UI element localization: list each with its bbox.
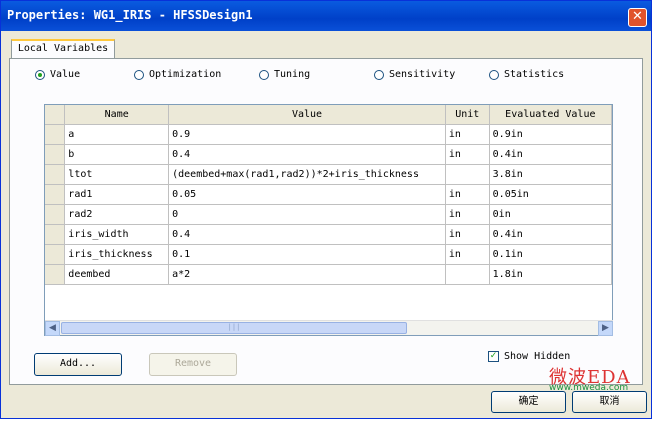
table-row[interactable]: b 0.4 in 0.4in: [45, 144, 612, 165]
cell-unit[interactable]: in: [445, 204, 490, 225]
row-header[interactable]: [45, 204, 66, 225]
cell-name[interactable]: deembed: [64, 264, 170, 285]
table-row[interactable]: ltot (deembed+max(rad1,rad2))*2+iris_thic…: [45, 164, 612, 185]
row-header[interactable]: [45, 184, 66, 205]
close-button[interactable]: ✕: [628, 8, 647, 27]
column-header-name[interactable]: Name: [64, 105, 170, 125]
cell-evaluated: 0.4in: [489, 224, 612, 245]
window-title: Properties: WG1_IRIS - HFSSDesign1: [7, 8, 253, 22]
cell-evaluated: 0.1in: [489, 244, 612, 265]
tab-local-variables[interactable]: Local Variables: [11, 39, 115, 59]
row-header[interactable]: [45, 244, 66, 265]
radio-sensitivity[interactable]: Sensitivity: [374, 69, 455, 83]
variables-table: Name Value Unit Evaluated Value a 0.9 in 0.…: [45, 105, 612, 285]
radio-value-label: Value: [50, 69, 81, 80]
cell-evaluated: 1.8in: [489, 264, 612, 285]
cell-value[interactable]: 0.4: [168, 224, 446, 245]
ok-button[interactable]: 确定: [491, 391, 566, 413]
radio-optimization-label: Optimization: [149, 69, 222, 80]
cell-value[interactable]: 0.05: [168, 184, 446, 205]
radio-icon: [374, 70, 384, 80]
cell-unit[interactable]: in: [445, 124, 490, 145]
column-header-evaluated[interactable]: Evaluated Value: [489, 105, 612, 125]
radio-statistics[interactable]: Statistics: [489, 69, 564, 83]
scroll-right-button[interactable]: ▶: [598, 321, 613, 336]
remove-button[interactable]: Remove: [149, 353, 237, 376]
cell-value[interactable]: 0.4: [168, 144, 446, 165]
cell-value[interactable]: 0.1: [168, 244, 446, 265]
row-header[interactable]: [45, 264, 66, 285]
cell-unit[interactable]: in: [445, 144, 490, 165]
corner-cell: [45, 105, 66, 125]
chevron-left-icon: ◀: [49, 323, 56, 333]
radio-tuning-label: Tuning: [274, 69, 311, 80]
cell-unit[interactable]: in: [445, 244, 490, 265]
radio-tuning[interactable]: Tuning: [259, 69, 310, 83]
scroll-thumb[interactable]: |||: [61, 322, 407, 334]
cell-evaluated: 0in: [489, 204, 612, 225]
cell-name[interactable]: rad2: [64, 204, 170, 225]
radio-icon: [259, 70, 269, 80]
cell-name[interactable]: b: [64, 144, 170, 165]
row-header[interactable]: [45, 144, 66, 165]
radio-optimization[interactable]: Optimization: [134, 69, 221, 83]
cell-unit[interactable]: [445, 164, 490, 185]
cell-name[interactable]: ltot: [64, 164, 170, 185]
cell-unit[interactable]: in: [445, 184, 490, 205]
radio-selected-icon: [35, 70, 45, 80]
properties-dialog: Properties: WG1_IRIS - HFSSDesign1 ✕ Loc…: [0, 0, 652, 419]
table-row[interactable]: rad2 0 in 0in: [45, 204, 612, 225]
radio-value[interactable]: Value: [35, 69, 80, 83]
cell-value[interactable]: (deembed+max(rad1,rad2))*2+iris_thicknes…: [168, 164, 446, 185]
cell-value[interactable]: 0.9: [168, 124, 446, 145]
table-row[interactable]: deembed a*2 1.8in: [45, 264, 612, 285]
cell-value[interactable]: 0: [168, 204, 446, 225]
radio-icon: [134, 70, 144, 80]
variables-grid: Name Value Unit Evaluated Value a 0.9 in 0.…: [44, 104, 613, 336]
radio-icon: [489, 70, 499, 80]
scroll-left-button[interactable]: ◀: [45, 321, 60, 336]
cell-name[interactable]: iris_width: [64, 224, 170, 245]
show-hidden-label: Show Hidden: [504, 351, 571, 362]
radio-sensitivity-label: Sensitivity: [389, 69, 456, 80]
row-header[interactable]: [45, 164, 66, 185]
table-row[interactable]: iris_width 0.4 in 0.4in: [45, 224, 612, 245]
cell-unit[interactable]: [445, 264, 490, 285]
close-icon: ✕: [632, 9, 643, 24]
cell-evaluated: 0.05in: [489, 184, 612, 205]
title-bar[interactable]: Properties: WG1_IRIS - HFSSDesign1 ✕: [1, 1, 651, 31]
cell-value[interactable]: a*2: [168, 264, 446, 285]
chevron-right-icon: ▶: [602, 323, 609, 333]
radio-statistics-label: Statistics: [504, 69, 565, 80]
show-hidden-checkbox[interactable]: ✓ Show Hidden: [488, 350, 570, 363]
cell-name[interactable]: a: [64, 124, 170, 145]
table-row[interactable]: rad1 0.05 in 0.05in: [45, 184, 612, 205]
cell-name[interactable]: rad1: [64, 184, 170, 205]
cell-name[interactable]: iris_thickness: [64, 244, 170, 265]
table-row[interactable]: iris_thickness 0.1 in 0.1in: [45, 244, 612, 265]
cell-evaluated: 3.8in: [489, 164, 612, 185]
cell-evaluated: 0.4in: [489, 144, 612, 165]
add-button[interactable]: Add...: [34, 353, 122, 376]
row-header[interactable]: [45, 124, 66, 145]
column-header-value[interactable]: Value: [168, 105, 446, 125]
column-header-unit[interactable]: Unit: [445, 105, 490, 125]
cell-evaluated: 0.9in: [489, 124, 612, 145]
horizontal-scrollbar[interactable]: ◀ ||| ▶: [45, 320, 613, 336]
cancel-button[interactable]: 取消: [572, 391, 647, 413]
row-header[interactable]: [45, 224, 66, 245]
check-icon: ✓: [488, 350, 499, 362]
cell-unit[interactable]: in: [445, 224, 490, 245]
table-row[interactable]: a 0.9 in 0.9in: [45, 124, 612, 145]
grip-icon: |||: [227, 323, 241, 331]
header-row: Name Value Unit Evaluated Value: [45, 105, 612, 125]
